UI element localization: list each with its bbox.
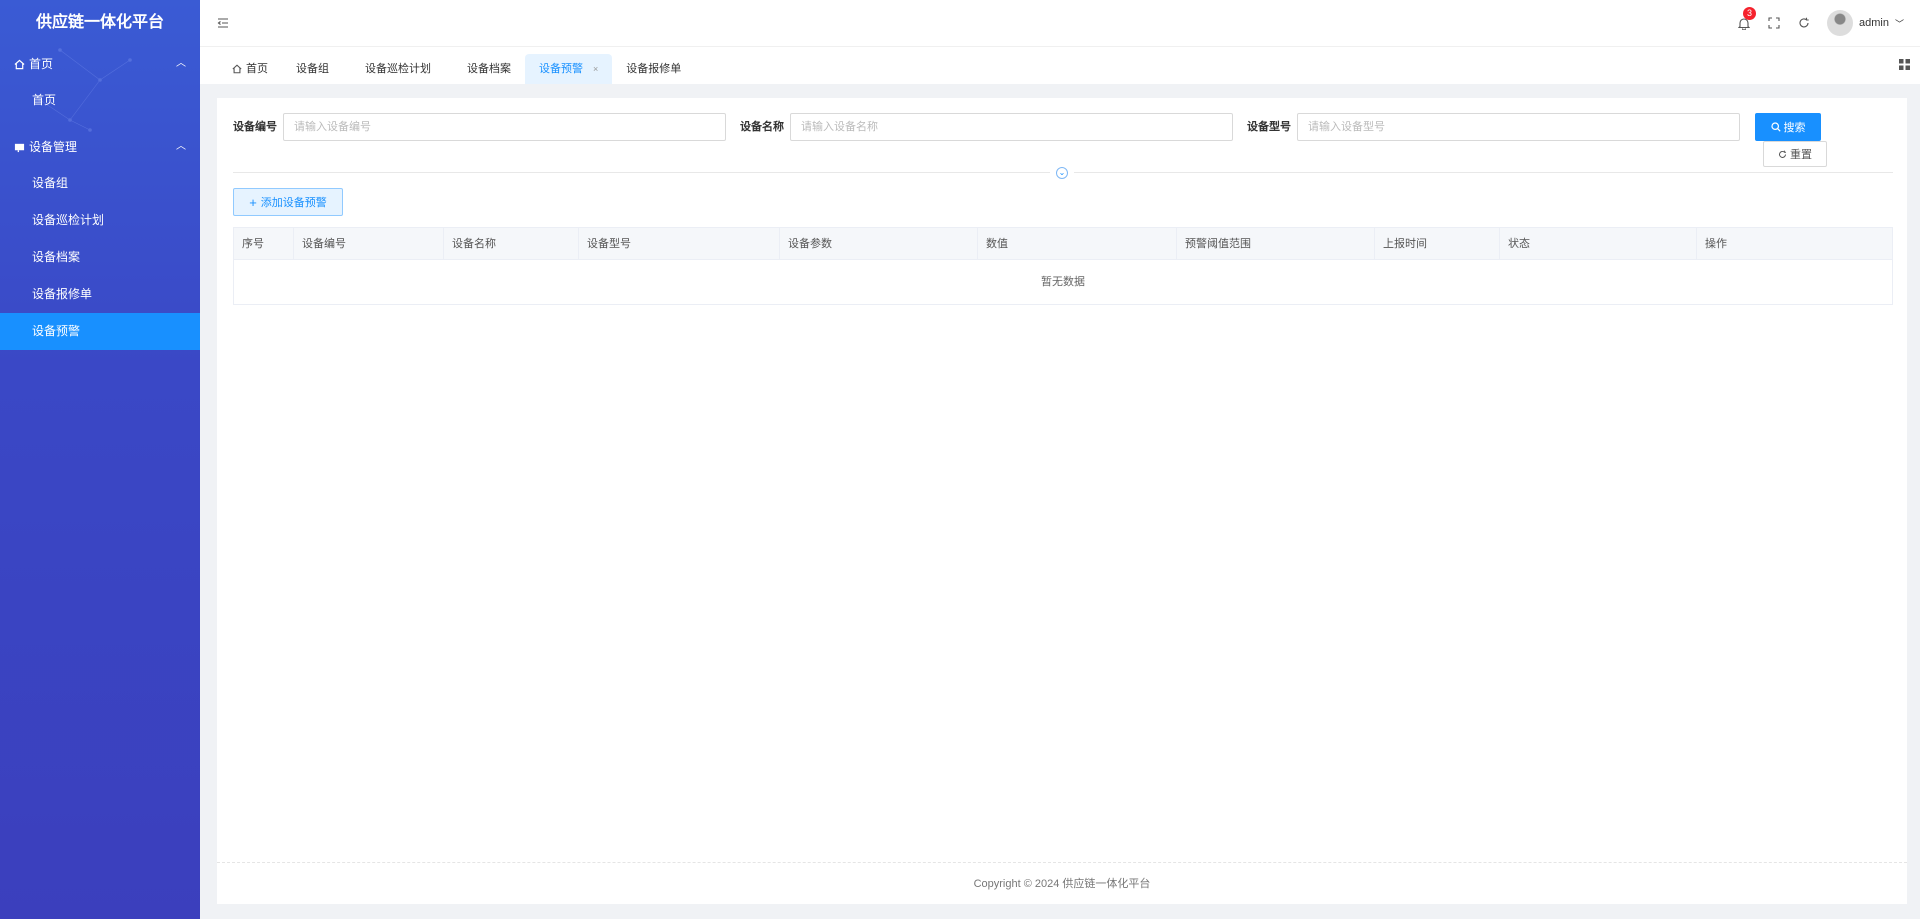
plus-icon: + bbox=[249, 194, 257, 210]
empty-state: 暂无数据 bbox=[1041, 276, 1085, 288]
device-name-label: 设备名称 bbox=[740, 121, 784, 133]
column-header: 上报时间 bbox=[1375, 228, 1500, 260]
tab-label: 设备报修单 bbox=[626, 63, 682, 75]
top-header: 3 admin ﹀ bbox=[200, 0, 1920, 46]
notification-badge: 3 bbox=[1743, 7, 1757, 20]
notification-bell-icon[interactable]: 3 bbox=[1737, 7, 1757, 30]
chevron-down-circle-icon: ⌄ bbox=[1056, 167, 1068, 179]
filter-form: 设备编号 设备名称 设备型号 bbox=[233, 113, 1893, 143]
tab-label: 设备档案 bbox=[467, 63, 511, 75]
search-button[interactable]: 搜索 bbox=[1755, 113, 1821, 141]
username: admin bbox=[1859, 17, 1889, 29]
sidebar-item-repair-order[interactable]: 设备报修单 bbox=[0, 276, 200, 313]
menu-group-home: 首页 ︿ 首页 bbox=[0, 46, 200, 119]
device-code-input[interactable] bbox=[283, 113, 726, 141]
avatar bbox=[1827, 10, 1854, 36]
reset-button-label: 重置 bbox=[1790, 149, 1812, 161]
sidebar-item-device-group[interactable]: 设备组 bbox=[0, 165, 200, 202]
add-button-label: 添加设备预警 bbox=[260, 197, 327, 209]
tab-label: 首页 bbox=[246, 63, 268, 75]
home-icon bbox=[14, 59, 25, 69]
tab-label: 设备预警 bbox=[539, 63, 583, 75]
tab-bar: 首页 设备组 设备巡检计划 设备档案 设备预警 × 设备报修单 bbox=[200, 46, 1920, 84]
app-title: 供应链一体化平台 bbox=[35, 14, 164, 31]
tab-device-archive[interactable]: 设备档案 bbox=[453, 54, 525, 84]
add-device-warning-button[interactable]: + 添加设备预警 bbox=[233, 188, 343, 216]
device-icon bbox=[14, 143, 25, 152]
table-header: 序号 设备编号 设备名称 设备型号 设备参数 数值 预警阈值范围 上报时间 状态… bbox=[234, 228, 1892, 260]
menu-head-label: 首页 bbox=[29, 57, 54, 71]
search-button-label: 搜索 bbox=[1783, 122, 1806, 134]
sidebar-item-device-archive[interactable]: 设备档案 bbox=[0, 239, 200, 276]
refresh-icon[interactable] bbox=[1797, 16, 1811, 30]
column-header: 状态 bbox=[1500, 228, 1697, 260]
menu-head-label: 设备管理 bbox=[29, 140, 78, 154]
sidebar: 供应链一体化平台 首页 ︿ 首页 设备管理 ︿ 设备组 设备巡检计划 设备档案 … bbox=[0, 0, 200, 919]
device-model-input[interactable] bbox=[1297, 113, 1740, 141]
reset-button[interactable]: 重置 bbox=[1763, 141, 1827, 167]
tab-device-group[interactable]: 设备组 bbox=[282, 54, 343, 84]
tab-device-warning[interactable]: 设备预警 × bbox=[525, 54, 613, 84]
chevron-down-icon: ﹀ bbox=[1894, 18, 1904, 29]
tab-repair-order[interactable]: 设备报修单 bbox=[612, 54, 695, 84]
home-icon bbox=[232, 64, 242, 74]
grid-menu-icon[interactable] bbox=[1899, 59, 1910, 73]
column-header: 操作 bbox=[1705, 238, 1727, 250]
fullscreen-icon[interactable] bbox=[1767, 16, 1781, 30]
device-model-label: 设备型号 bbox=[1247, 121, 1291, 133]
tab-label: 设备巡检计划 bbox=[365, 63, 431, 75]
column-header: 设备名称 bbox=[444, 228, 579, 260]
tab-home[interactable]: 首页 bbox=[218, 54, 282, 84]
chevron-up-icon: ︿ bbox=[176, 58, 186, 69]
column-header: 设备型号 bbox=[579, 228, 780, 260]
refresh-icon bbox=[1779, 150, 1787, 158]
search-icon bbox=[1770, 122, 1781, 132]
sidebar-item-home[interactable]: 首页 bbox=[0, 82, 200, 119]
menu-head-home[interactable]: 首页 ︿ bbox=[0, 46, 200, 82]
sidebar-item-inspection-plan[interactable]: 设备巡检计划 bbox=[0, 202, 200, 239]
tab-label: 设备组 bbox=[296, 63, 329, 75]
sidebar-item-device-warning[interactable]: 设备预警 bbox=[0, 313, 200, 350]
device-code-label: 设备编号 bbox=[233, 121, 277, 133]
menu-head-device-management[interactable]: 设备管理 ︿ bbox=[0, 129, 200, 165]
chevron-up-icon: ︿ bbox=[176, 141, 186, 152]
user-menu[interactable]: admin ﹀ bbox=[1827, 10, 1904, 36]
data-table: 序号 设备编号 设备名称 设备型号 设备参数 数值 预警阈值范围 上报时间 状态… bbox=[233, 227, 1893, 305]
close-icon[interactable]: × bbox=[593, 54, 598, 84]
tab-inspection-plan[interactable]: 设备巡检计划 bbox=[351, 54, 445, 84]
device-name-input[interactable] bbox=[790, 113, 1233, 141]
column-header: 预警阈值范围 bbox=[1177, 228, 1375, 260]
column-header: 数值 bbox=[978, 228, 1177, 260]
footer: Copyright © 2024 供应链一体化平台 bbox=[217, 862, 1907, 904]
column-header: 设备参数 bbox=[780, 228, 978, 260]
column-header: 序号 bbox=[234, 228, 294, 260]
menu-fold-icon[interactable] bbox=[216, 16, 230, 30]
menu-group-device: 设备管理 ︿ 设备组 设备巡检计划 设备档案 设备报修单 设备预警 bbox=[0, 129, 200, 350]
column-header: 设备编号 bbox=[294, 228, 444, 260]
collapse-toggle[interactable]: ⌄ bbox=[1050, 164, 1074, 182]
main-card: 设备编号 设备名称 设备型号 搜索 重置 ⌄ + 添加设备预警 序号 设备编号 … bbox=[217, 98, 1907, 904]
